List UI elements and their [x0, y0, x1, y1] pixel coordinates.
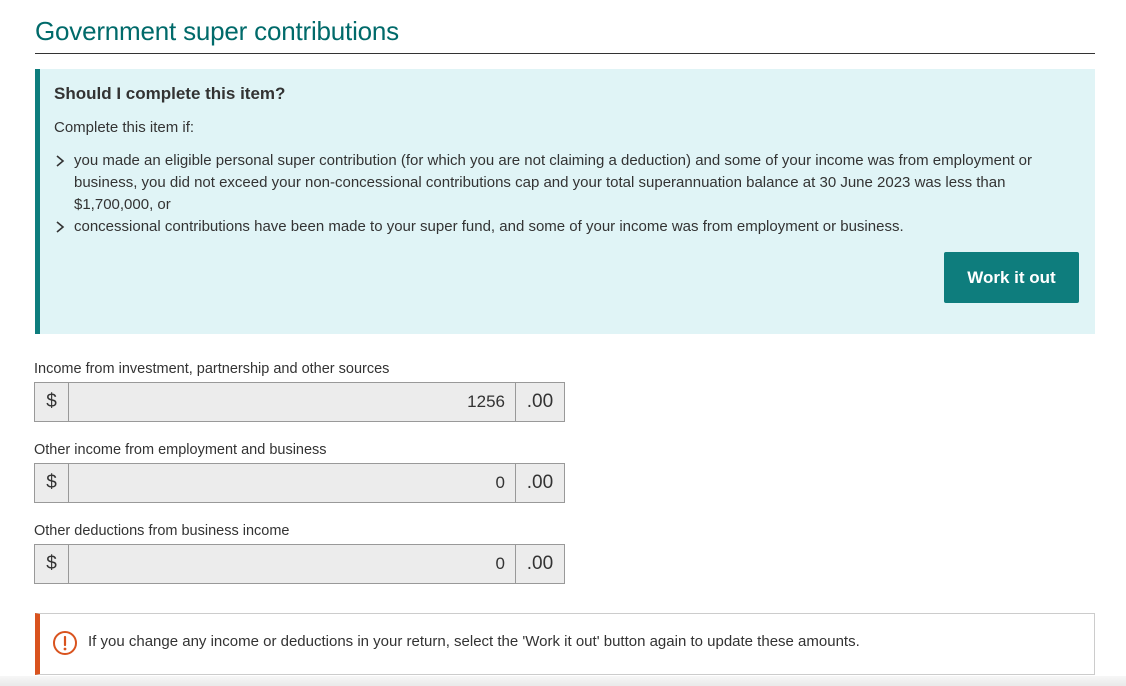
title-divider: [35, 53, 1095, 54]
info-intro: Complete this item if:: [54, 119, 195, 136]
list-item-text: you made an eligible personal super cont…: [74, 152, 1032, 213]
dollar-sign: $: [35, 545, 69, 583]
dollar-sign: $: [35, 383, 69, 421]
info-list: you made an eligible personal super cont…: [54, 150, 1064, 238]
cents-suffix: .00: [515, 464, 564, 502]
field-label-investment-income: Income from investment, partnership and …: [34, 361, 390, 377]
dollar-sign: $: [35, 464, 69, 502]
business-deductions-field: $ 0 .00: [34, 544, 565, 584]
info-panel: Should I complete this item? Complete th…: [35, 69, 1095, 334]
exclamation-circle-icon: [53, 631, 77, 655]
chevron-right-icon: [56, 221, 65, 233]
work-it-out-button[interactable]: Work it out: [944, 252, 1079, 303]
investment-income-field: $ 1256 .00: [34, 382, 565, 422]
field-label-employment-income: Other income from employment and busines…: [34, 442, 327, 458]
list-item-text: concessional contributions have been mad…: [74, 218, 904, 235]
info-heading: Should I complete this item?: [54, 84, 286, 103]
business-deductions-input[interactable]: 0: [69, 545, 515, 583]
chevron-right-icon: [56, 155, 65, 167]
alert-text: If you change any income or deductions i…: [88, 633, 860, 650]
cents-suffix: .00: [515, 383, 564, 421]
field-label-business-deductions: Other deductions from business income: [34, 523, 290, 539]
employment-income-field: $ 0 .00: [34, 463, 565, 503]
warning-alert: If you change any income or deductions i…: [35, 613, 1095, 675]
page-title: Government super contributions: [35, 16, 399, 46]
page-bottom-shade: [0, 676, 1126, 686]
list-item: you made an eligible personal super cont…: [54, 150, 1064, 216]
list-item: concessional contributions have been mad…: [54, 216, 1064, 238]
employment-income-input[interactable]: 0: [69, 464, 515, 502]
investment-income-input[interactable]: 1256: [69, 383, 515, 421]
cents-suffix: .00: [515, 545, 564, 583]
